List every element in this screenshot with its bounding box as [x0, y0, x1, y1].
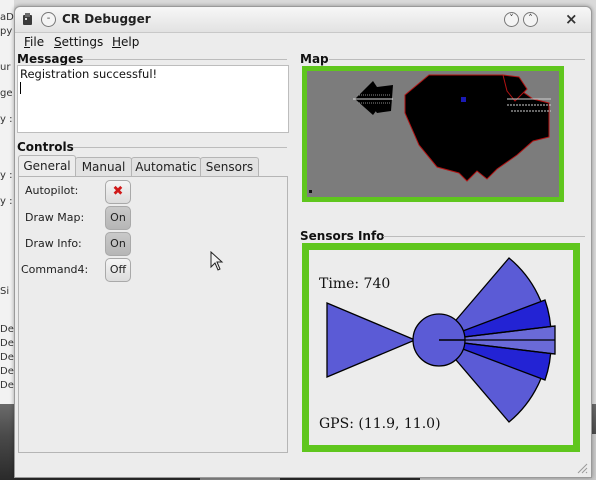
- menu-settings[interactable]: Settings: [54, 35, 103, 49]
- background-text: Si: [0, 286, 10, 297]
- minimize-button[interactable]: ˅: [504, 12, 519, 27]
- background-text: ur: [0, 62, 11, 73]
- map-frame: [302, 66, 564, 202]
- title-bar[interactable]: - CR Debugger ˅ ˄ ×: [15, 7, 591, 33]
- tab-automatic[interactable]: Automatic: [131, 157, 201, 176]
- controls-heading: Controls: [17, 140, 74, 154]
- map-explored-region: [404, 74, 550, 182]
- draw-info-label: Draw Info:: [25, 237, 82, 250]
- background-text: De: [0, 352, 14, 363]
- cr-debugger-window: - CR Debugger ˅ ˄ × File Settings Help M…: [14, 6, 592, 478]
- controls-divider: [73, 147, 287, 148]
- messages-textbox[interactable]: Registration successful!: [17, 65, 289, 133]
- tab-general[interactable]: General: [18, 155, 76, 177]
- app-icon[interactable]: [21, 12, 35, 26]
- sensors-canvas: Time: 740 GPS: (11.9, 11.0): [309, 250, 573, 445]
- map-canvas[interactable]: [307, 71, 559, 197]
- general-tab-panel: Autopilot: ✖ Draw Map: On Draw Info: On …: [18, 176, 288, 453]
- menu-help-mnemonic: H: [112, 35, 122, 49]
- menu-settings-label: ettings: [61, 35, 104, 49]
- autopilot-label: Autopilot:: [25, 184, 79, 197]
- map-origin-marker: [309, 190, 312, 193]
- menu-help-label: elp: [121, 35, 140, 49]
- sensor-diagram: [326, 257, 556, 423]
- menu-file-label: ile: [30, 35, 45, 49]
- sensors-frame: Time: 740 GPS: (11.9, 11.0): [302, 243, 580, 452]
- off-x-icon: ✖: [112, 184, 124, 199]
- map-drawing: [309, 74, 551, 193]
- command4-toggle[interactable]: Off: [105, 258, 131, 282]
- maximize-button[interactable]: ˄: [523, 12, 538, 27]
- background-text: y :: [0, 170, 13, 181]
- tab-sensors[interactable]: Sensors: [200, 157, 259, 176]
- window-title: CR Debugger: [62, 12, 151, 26]
- background-text: y :: [0, 196, 13, 207]
- mouse-pointer-icon: [210, 251, 224, 271]
- command4-label: Command4:: [21, 263, 89, 276]
- background-text: De: [0, 366, 14, 377]
- background-text: y :: [0, 114, 13, 125]
- rear-sensor-cone: [326, 302, 417, 378]
- background-text: py: [0, 26, 13, 37]
- background-text: De: [0, 324, 14, 335]
- messages-text: Registration successful!: [20, 67, 158, 81]
- draw-info-toggle[interactable]: On: [105, 232, 131, 256]
- menu-help[interactable]: Help: [112, 35, 139, 49]
- draw-map-label: Draw Map:: [25, 211, 85, 224]
- sensors-heading: Sensors Info: [300, 229, 385, 243]
- robot-position-marker: [461, 97, 466, 102]
- autopilot-toggle[interactable]: ✖: [105, 180, 131, 204]
- map-divider: [329, 59, 585, 60]
- messages-divider: [81, 59, 287, 60]
- background-text: De: [0, 380, 14, 391]
- draw-map-toggle[interactable]: On: [105, 206, 131, 230]
- background-text: De: [0, 338, 14, 349]
- resize-grip-icon[interactable]: [576, 462, 588, 474]
- menu-bar: File Settings Help: [15, 33, 591, 53]
- sensors-divider: [383, 236, 585, 237]
- map-heading: Map: [300, 52, 329, 66]
- tab-manual[interactable]: Manual: [75, 157, 132, 176]
- text-cursor: [20, 82, 21, 94]
- pin-button[interactable]: -: [41, 12, 56, 27]
- close-button[interactable]: ×: [565, 10, 578, 28]
- menu-file[interactable]: File: [24, 35, 44, 49]
- background-text: ge: [0, 88, 13, 99]
- menu-settings-mnemonic: S: [54, 35, 62, 49]
- messages-heading: Messages: [17, 52, 84, 66]
